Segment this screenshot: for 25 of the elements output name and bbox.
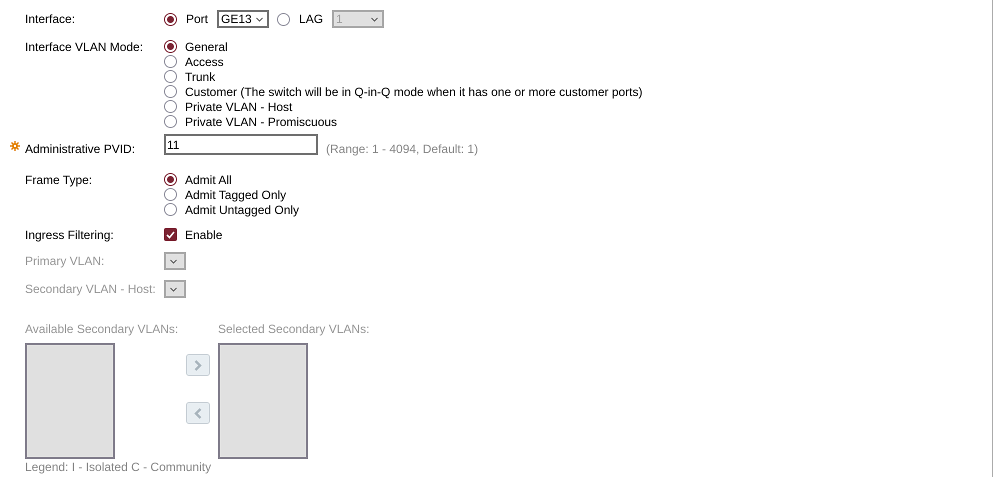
radio-label: Port — [186, 11, 208, 28]
radio-label: Access — [185, 54, 224, 70]
radio-label: Admit All — [185, 172, 232, 188]
field-label: Interface: — [25, 11, 76, 28]
radio-label: Private VLAN - Host — [185, 98, 292, 116]
radio-label: LAG — [299, 11, 324, 28]
field-label: Secondary VLAN - Host: — [25, 281, 157, 298]
radio-label: Admit Tagged Only — [185, 186, 286, 204]
pvid-input[interactable]: 11 — [164, 134, 318, 155]
field-label: Frame Type: — [25, 172, 94, 189]
radio-label: Trunk — [185, 68, 216, 86]
range-hint: (Range: 1 - 4094, Default: 1) — [326, 141, 478, 158]
list-label: Selected Secondary VLANs: — [218, 321, 370, 338]
field-label: Administrative PVID: — [25, 141, 136, 158]
legend-text: Legend: I - Isolated C - Community — [25, 459, 212, 476]
list-label: Available Secondary VLANs: — [25, 321, 180, 338]
field-label: Interface VLAN Mode: — [25, 39, 144, 56]
radio-label: Admit Untagged Only — [185, 202, 300, 218]
dropdown[interactable]: GE13 — [217, 10, 270, 28]
field-label: Ingress Filtering: — [25, 226, 115, 244]
radio-label: General — [185, 38, 228, 56]
radio-label: Customer (The switch will be in Q-in-Q mode when it has one or more customer ports) — [185, 84, 642, 100]
field-label: Primary VLAN: — [25, 253, 106, 270]
radio-label: Private VLAN - Promiscuous — [185, 114, 338, 130]
checkbox-label: Enable — [185, 226, 222, 244]
